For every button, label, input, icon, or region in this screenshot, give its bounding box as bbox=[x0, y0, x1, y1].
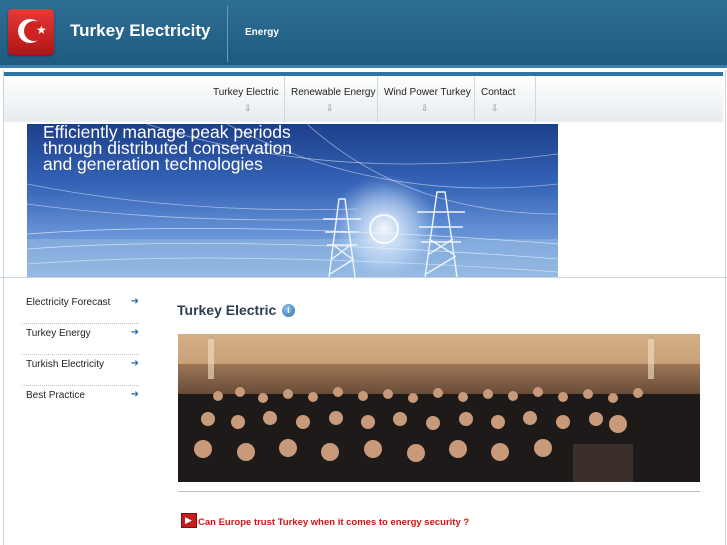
play-icon[interactable]: ▶ bbox=[181, 513, 197, 528]
nav-item-contact[interactable]: Contact ⇩ bbox=[475, 76, 535, 122]
nav-item-renewable-energy[interactable]: Renewable Energy ⇩ bbox=[285, 76, 376, 122]
conference-photo bbox=[178, 334, 700, 482]
sidebar-item-turkey-energy[interactable]: Turkey Energy ➜ bbox=[22, 324, 139, 355]
banner-tagline: Efficiently manage peak periods through … bbox=[43, 124, 292, 174]
site-title[interactable]: Turkey Electricity bbox=[70, 21, 210, 41]
header-divider bbox=[227, 6, 228, 62]
turkey-flag-icon[interactable]: ★ bbox=[8, 9, 54, 55]
sidebar-item-turkish-electricity[interactable]: Turkish Electricity ➜ bbox=[22, 355, 139, 386]
header-subtitle: Energy bbox=[245, 27, 279, 38]
down-arrow-icon: ⇩ bbox=[491, 103, 499, 113]
info-icon[interactable]: i bbox=[282, 304, 295, 317]
hero-banner: Efficiently manage peak periods through … bbox=[27, 124, 558, 277]
sidebar-item-label: Turkish Electricity bbox=[26, 359, 104, 370]
site-header: ★ Turkey Electricity Energy bbox=[0, 0, 727, 65]
content-divider bbox=[178, 491, 700, 492]
sidebar-item-best-practice[interactable]: Best Practice ➜ bbox=[22, 386, 139, 416]
sidebar-item-electricity-forecast[interactable]: Electricity Forecast ➜ bbox=[22, 293, 139, 324]
nav-item-label: Wind Power Turkey bbox=[384, 87, 471, 98]
right-arrow-icon: ➜ bbox=[130, 327, 139, 338]
down-arrow-icon: ⇩ bbox=[421, 103, 429, 113]
sidebar-item-label: Electricity Forecast bbox=[26, 297, 111, 308]
nav-separator bbox=[535, 76, 536, 122]
news-link[interactable]: Can Europe trust Turkey when it comes to… bbox=[198, 517, 469, 528]
nav-item-turkey-electric[interactable]: Turkey Electric ⇩ bbox=[207, 76, 287, 122]
right-arrow-icon: ➜ bbox=[130, 358, 139, 369]
sidebar-item-label: Best Practice bbox=[26, 390, 85, 401]
nav-item-label: Turkey Electric bbox=[213, 87, 279, 98]
banner-divider bbox=[0, 277, 727, 278]
down-arrow-icon: ⇩ bbox=[326, 103, 334, 113]
header-underline bbox=[0, 65, 727, 68]
sidebar-item-label: Turkey Energy bbox=[26, 328, 91, 339]
right-arrow-icon: ➜ bbox=[130, 389, 139, 400]
down-arrow-icon: ⇩ bbox=[244, 103, 252, 113]
audience-illustration bbox=[178, 334, 700, 482]
nav-item-wind-power-turkey[interactable]: Wind Power Turkey ⇩ bbox=[378, 76, 473, 122]
banner-line: and generation technologies bbox=[43, 154, 263, 174]
page-title: Turkey Electric bbox=[177, 302, 277, 318]
nav-item-label: Renewable Energy bbox=[291, 87, 376, 98]
right-arrow-icon: ➜ bbox=[130, 296, 139, 307]
nav-item-label: Contact bbox=[481, 87, 516, 98]
main-nav: Turkey Electric ⇩ Renewable Energy ⇩ Win… bbox=[4, 76, 723, 122]
